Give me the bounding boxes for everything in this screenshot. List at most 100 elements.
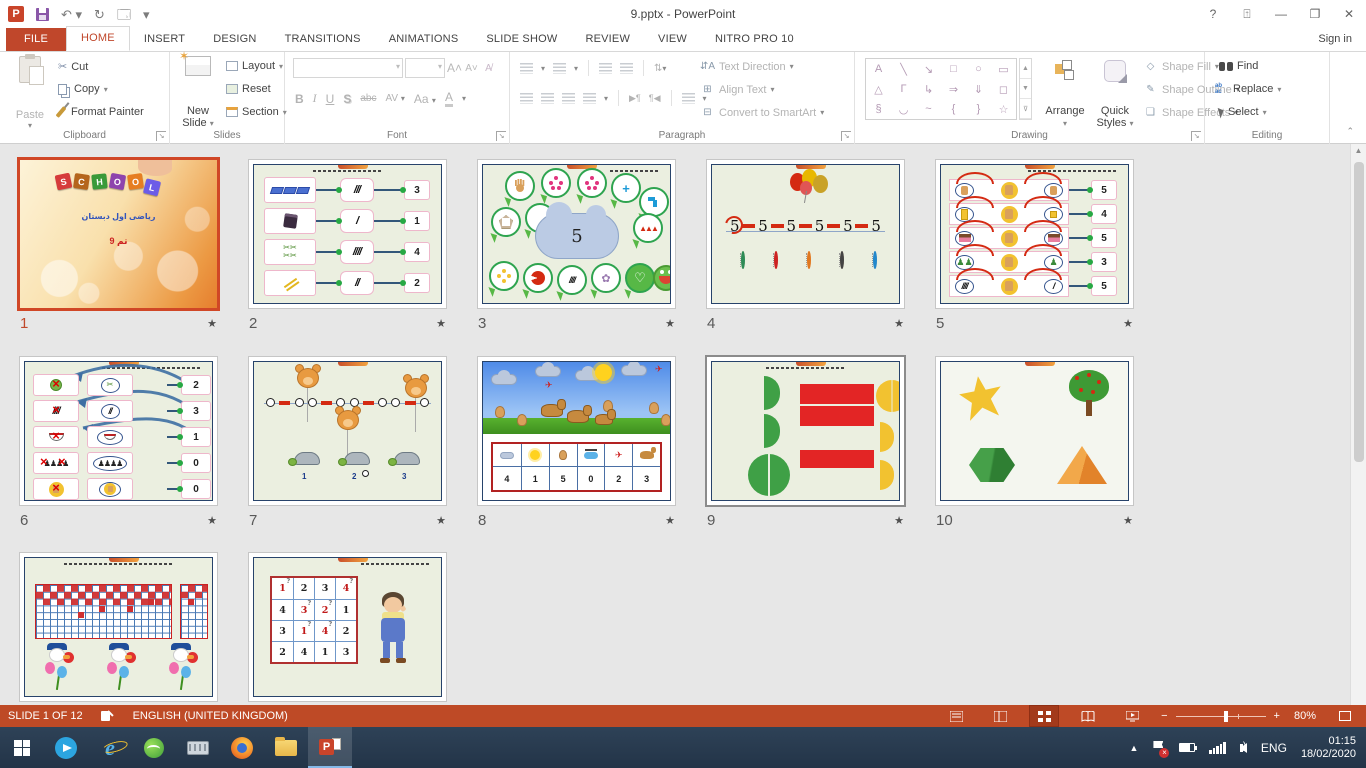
slide-thumbnail-7[interactable]: 1 2 3 — [249, 357, 446, 505]
firefox-icon[interactable] — [220, 727, 264, 768]
drawing-dialog-launcher[interactable]: ↘ — [1191, 131, 1201, 141]
restore-button[interactable]: ❐ — [1298, 0, 1332, 28]
zoom-level[interactable]: 80% — [1294, 710, 1316, 722]
copy-button[interactable]: Copy▾ — [58, 83, 108, 95]
animation-star-icon[interactable]: ★ — [665, 514, 675, 527]
replace-button[interactable]: abacReplace▾ — [1215, 83, 1281, 95]
underline-button[interactable]: U — [326, 92, 335, 106]
scroll-up-icon[interactable]: ▲ — [1351, 146, 1366, 155]
font-color-button[interactable]: A — [445, 90, 453, 107]
slide-thumbnail-1[interactable]: S C H O O L ریاضی اول دبستان تم 9 — [20, 160, 217, 308]
elbow-arrow-shape-icon[interactable]: ↳ — [924, 83, 933, 96]
tab-review[interactable]: REVIEW — [571, 28, 644, 51]
proofing-icon[interactable] — [101, 710, 115, 722]
font-name-combo[interactable] — [293, 58, 403, 78]
paste-button[interactable]: Paste▾ — [6, 56, 54, 130]
increase-indent-icon[interactable] — [620, 63, 633, 74]
sign-in-link[interactable]: Sign in — [1318, 28, 1366, 51]
snip-rect-shape-icon[interactable]: ◻ — [999, 83, 1008, 96]
on-screen-keyboard-icon[interactable] — [176, 727, 220, 768]
shadow-button[interactable]: S — [343, 92, 351, 106]
line-shape-icon[interactable]: ╲ — [900, 63, 907, 76]
paragraph-dialog-launcher[interactable]: ↘ — [841, 131, 851, 141]
zoom-out-button[interactable]: − — [1161, 710, 1167, 722]
close-button[interactable]: ✕ — [1332, 0, 1366, 28]
strikethrough-button[interactable]: abc — [360, 93, 376, 104]
hidden-icons-chevron[interactable]: ▲ — [1130, 743, 1139, 753]
action-center-flag-icon[interactable] — [1152, 741, 1165, 754]
char-spacing-button[interactable]: AV ▾ — [385, 93, 404, 104]
new-slide-button[interactable]: NewSlide ▾ — [174, 56, 222, 130]
powerpoint-app-icon[interactable]: P — [8, 6, 24, 22]
start-button[interactable] — [0, 727, 44, 768]
language-indicator[interactable]: ENGLISH (UNITED KINGDOM) — [133, 710, 288, 722]
section-button[interactable]: Section▾ — [226, 106, 287, 118]
fit-slide-button[interactable] — [1330, 705, 1360, 727]
slide-thumbnail-5[interactable]: 5 4 5 ♟♟♟ 3 /// — [936, 160, 1133, 308]
clear-formatting-icon[interactable]: A̸ — [481, 62, 496, 75]
reading-view-button[interactable] — [1073, 705, 1103, 727]
text-direction-button[interactable]: ⇵AText Direction▾ — [700, 60, 794, 73]
tab-insert[interactable]: INSERT — [130, 28, 199, 51]
network-signal-icon[interactable] — [1209, 742, 1226, 754]
green-browser-icon[interactable] — [132, 727, 176, 768]
normal-view-button[interactable] — [985, 705, 1015, 727]
ltr-direction-icon[interactable]: ▶¶ — [629, 93, 641, 104]
increase-font-icon[interactable]: A˄ — [447, 62, 462, 75]
animation-star-icon[interactable]: ★ — [207, 514, 217, 527]
slide-thumbnail-11[interactable] — [20, 553, 217, 701]
font-size-combo[interactable] — [405, 58, 445, 78]
rounded-rect-shape-icon[interactable]: ▭ — [998, 63, 1008, 76]
line-spacing-icon[interactable]: ⇅▾ — [654, 63, 666, 74]
redo-icon[interactable]: ↻ — [94, 8, 105, 21]
select-button[interactable]: Select▾ — [1219, 106, 1267, 118]
clipboard-dialog-launcher[interactable]: ↘ — [156, 131, 166, 141]
slideshow-view-button[interactable] — [1117, 705, 1147, 727]
textbox-shape-icon[interactable]: A — [875, 63, 882, 75]
find-button[interactable]: Find — [1219, 60, 1258, 72]
right-brace-shape-icon[interactable]: } — [977, 103, 981, 115]
italic-button[interactable]: I — [313, 91, 317, 106]
minimize-button[interactable]: — — [1264, 0, 1298, 28]
volume-icon[interactable] — [1240, 743, 1247, 753]
right-arrow-shape-icon[interactable]: ⇒ — [949, 83, 958, 96]
rtl-direction-icon[interactable]: ¶◀ — [649, 93, 661, 104]
animation-star-icon[interactable]: ★ — [894, 317, 904, 330]
left-brace-shape-icon[interactable]: { — [952, 103, 956, 115]
slide-thumbnail-4[interactable]: 5 5 5 5 5 5 — [707, 160, 904, 308]
tab-nitro-pro[interactable]: NITRO PRO 10 — [701, 28, 808, 51]
slide-thumbnail-6[interactable]: × ✂ 2 ////× // 3 × 1 ♟♟♟♟×× — [20, 357, 217, 505]
undo-icon[interactable]: ↶ ▾ — [61, 8, 82, 21]
rectangle-shape-icon[interactable]: □ — [950, 63, 957, 75]
bold-button[interactable]: B — [295, 92, 304, 106]
slide-sorter-view-button[interactable] — [1029, 705, 1059, 727]
decrease-indent-icon[interactable] — [599, 63, 612, 74]
slide-thumbnail-8[interactable]: ✈ ✈ ✈ 4 1 5 — [478, 357, 675, 505]
star-shape-icon[interactable]: ☆ — [999, 103, 1009, 116]
zoom-slider[interactable] — [1176, 716, 1266, 717]
change-case-button[interactable]: Aa ▾ — [414, 92, 436, 106]
notes-button[interactable] — [941, 705, 971, 727]
animation-star-icon[interactable]: ★ — [436, 514, 446, 527]
battery-icon[interactable] — [1179, 743, 1195, 752]
telegram-icon[interactable] — [44, 727, 88, 768]
save-icon[interactable] — [36, 8, 49, 21]
numbering-icon[interactable] — [553, 63, 566, 74]
tab-home[interactable]: HOME — [66, 26, 130, 51]
animation-star-icon[interactable]: ★ — [894, 514, 904, 527]
animation-star-icon[interactable]: ★ — [665, 317, 675, 330]
elbow-shape-icon[interactable]: Γ — [900, 83, 906, 95]
tab-design[interactable]: DESIGN — [199, 28, 270, 51]
slide-thumbnail-9[interactable] — [707, 357, 904, 505]
start-slideshow-icon[interactable]: 🗔 — [117, 8, 131, 21]
convert-smartart-button[interactable]: ⊟Convert to SmartArt▾ — [700, 106, 824, 119]
slide-thumbnail-2[interactable]: /// 3 / 1 ✂✂✂✂ //// 4 // — [249, 160, 446, 308]
slide-thumbnail-3[interactable]: + ▲▲▲ 5 //// ✿ ♡ — [478, 160, 675, 308]
animation-star-icon[interactable]: ★ — [1123, 514, 1133, 527]
animation-star-icon[interactable]: ★ — [436, 317, 446, 330]
bullets-icon[interactable] — [520, 63, 533, 74]
justify-icon[interactable] — [583, 93, 596, 104]
shapes-gallery-scroll[interactable]: ▲▼⊽ — [1019, 58, 1032, 120]
reset-button[interactable]: Reset — [226, 83, 271, 95]
down-arrow-shape-icon[interactable]: ⇓ — [974, 83, 983, 96]
